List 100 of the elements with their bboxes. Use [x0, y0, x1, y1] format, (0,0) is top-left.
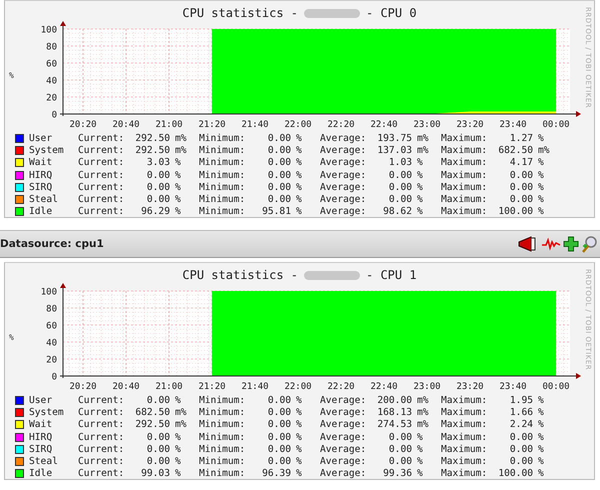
- legend-name: SIRQ: [29, 444, 54, 455]
- stat-value: 99.36: [382, 468, 412, 480]
- stat-label: Minimum:: [199, 157, 246, 168]
- stat-unit: %: [174, 170, 182, 181]
- stat-unit: %: [416, 206, 424, 218]
- x-tick-label: 22:00: [284, 120, 312, 129]
- stat-label: Maximum:: [441, 194, 488, 206]
- x-tick-label: 21:20: [198, 120, 226, 129]
- stat-unit: %: [295, 456, 303, 468]
- x-tick-label: 20:20: [69, 382, 97, 391]
- wave-icon[interactable]: [541, 237, 561, 251]
- stat-unit: m%: [174, 406, 188, 418]
- legend-name: HIRQ: [29, 432, 54, 443]
- y-tick-label: 40: [46, 76, 57, 86]
- stat-label: Current:: [78, 419, 126, 430]
- stat-value: 200.00: [376, 394, 412, 406]
- stat-value: 0.00: [266, 444, 291, 455]
- stat-label: Average:: [320, 456, 368, 468]
- stat-unit: %: [537, 194, 545, 206]
- stat-value: 682.50: [497, 144, 533, 156]
- stat-value: 274.53: [376, 419, 412, 430]
- stat-unit: %: [174, 182, 182, 193]
- stat-label: Maximum:: [441, 419, 488, 430]
- stat-unit: %: [416, 182, 424, 193]
- stat-label: Maximum:: [441, 170, 488, 181]
- stat-unit: %: [295, 132, 303, 144]
- y-tick-label: 80: [46, 42, 57, 52]
- x-tick-label: 22:20: [327, 120, 355, 129]
- stat-unit: %: [537, 419, 545, 430]
- stat-value: 682.50: [134, 406, 170, 418]
- stat-unit: %: [537, 157, 545, 168]
- stat-label: Current:: [78, 132, 126, 144]
- stat-label: Minimum:: [199, 419, 246, 430]
- y-tick-label: 0: [52, 372, 57, 382]
- stat-value: 0.00: [266, 432, 291, 443]
- stat-label: Maximum:: [441, 206, 488, 218]
- stat-unit: m%: [416, 394, 430, 406]
- stat-label: Average:: [320, 419, 368, 430]
- graph-title-suffix: - CPU 1: [366, 268, 417, 282]
- zoom-in-icon[interactable]: [581, 236, 598, 252]
- stat-value: 0.00: [266, 394, 291, 406]
- stat-label: Minimum:: [199, 456, 246, 468]
- stat-value: 0.00: [508, 170, 533, 181]
- datasource-title: Datasource: cpu1: [0, 238, 104, 250]
- legend-name: System: [29, 406, 65, 418]
- legend-name: SIRQ: [29, 182, 54, 193]
- stat-value: 4.17: [508, 157, 533, 168]
- y-tick-label: 20: [46, 94, 57, 104]
- stat-value: 0.00: [146, 444, 170, 455]
- stat-value: 0.00: [388, 432, 412, 443]
- stat-unit: m%: [416, 419, 430, 430]
- stat-value: 0.00: [266, 456, 291, 468]
- stat-value: 100.00: [497, 468, 533, 480]
- stat-label: Minimum:: [199, 444, 246, 455]
- stat-label: Current:: [78, 406, 126, 418]
- stat-unit: %: [416, 444, 424, 455]
- stat-unit: %: [295, 406, 303, 418]
- stat-label: Average:: [320, 444, 368, 455]
- stat-label: Maximum:: [441, 182, 488, 193]
- x-tick-label: 22:00: [284, 382, 312, 391]
- stat-value: 0.00: [388, 194, 412, 206]
- stat-unit: %: [295, 468, 303, 480]
- stat-label: Maximum:: [441, 456, 488, 468]
- stat-value: 0.00: [266, 157, 291, 168]
- stat-unit: %: [295, 182, 303, 193]
- stat-label: Minimum:: [199, 132, 246, 144]
- stat-unit: %: [537, 170, 545, 181]
- x-tick-label: 00:00: [542, 382, 570, 391]
- stat-label: Minimum:: [199, 394, 246, 406]
- graph-title: CPU statistics -: [182, 268, 298, 282]
- x-tick-label: 22:40: [370, 382, 398, 391]
- stat-value: 2.24: [508, 419, 533, 430]
- stat-unit: %: [416, 194, 424, 206]
- y-tick-label: 20: [46, 356, 57, 366]
- stat-value: 100.00: [497, 206, 533, 218]
- stat-value: 98.62: [382, 206, 412, 218]
- stat-unit: %: [295, 206, 303, 218]
- stat-label: Current:: [78, 194, 126, 206]
- stat-value: 0.00: [146, 182, 170, 193]
- stat-value: 292.50: [134, 144, 170, 156]
- x-tick-label: 23:00: [413, 120, 441, 129]
- stat-label: Maximum:: [441, 132, 488, 144]
- y-axis-label: %: [9, 70, 15, 80]
- stat-value: 1.95: [508, 394, 533, 406]
- stat-unit: m%: [174, 419, 188, 430]
- stat-label: Minimum:: [199, 170, 246, 181]
- stat-label: Maximum:: [441, 157, 488, 168]
- stat-value: 0.00: [508, 444, 533, 455]
- x-tick-label: 00:00: [542, 120, 570, 129]
- stat-unit: %: [537, 394, 545, 406]
- stat-value: 96.29: [140, 206, 170, 218]
- stat-label: Maximum:: [441, 468, 488, 480]
- x-tick-label: 22:40: [370, 120, 398, 129]
- stat-label: Current:: [78, 432, 126, 443]
- add-icon[interactable]: [563, 236, 579, 252]
- stat-label: Average:: [320, 132, 368, 144]
- stat-unit: %: [295, 394, 303, 406]
- stat-unit: %: [295, 157, 303, 168]
- stat-label: Current:: [78, 206, 126, 218]
- x-tick-label: 20:40: [112, 120, 140, 129]
